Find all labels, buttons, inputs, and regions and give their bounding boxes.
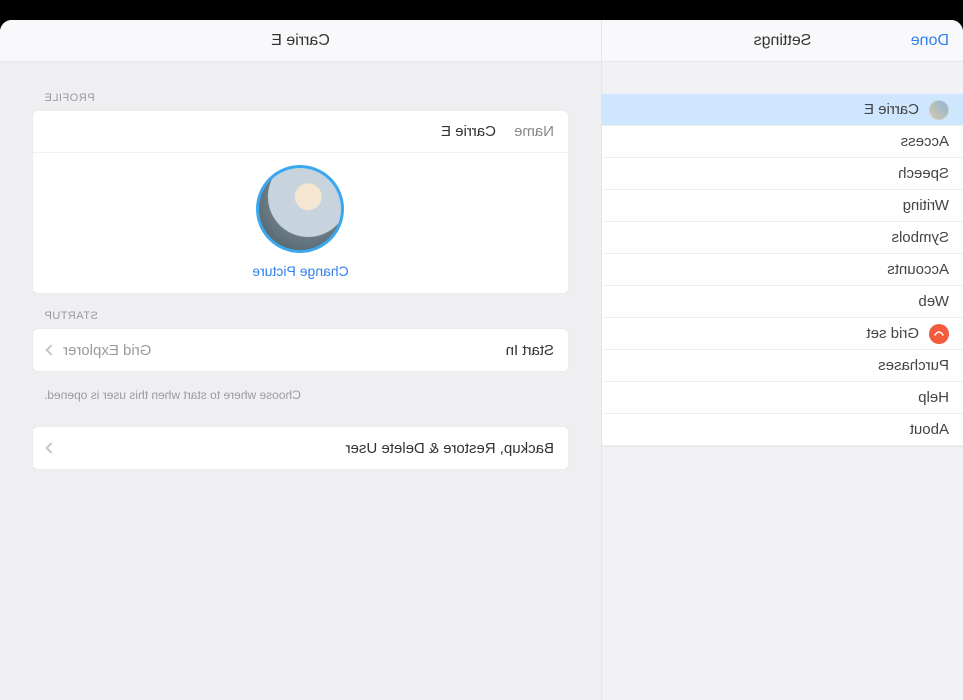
change-picture-button[interactable]: Change Picture [252,263,349,279]
page-title: Carrie E [271,32,330,50]
start-in-label: Start In [506,342,554,359]
sidebar-item-accounts[interactable]: Accounts [602,254,963,286]
sidebar-item-label: Writing [903,197,949,214]
chevron-right-icon [45,442,56,453]
sidebar-item-label: Web [918,293,949,310]
main-body: PROFILE Name Carrie E Change Picture STA… [0,62,601,504]
sidebar-item-label: Help [918,389,949,406]
sidebar: Done Settings Carrie E Access Speech Wri… [601,20,963,700]
sidebar-item-help[interactable]: Help [602,382,963,414]
sidebar-item-label: Access [901,133,949,150]
section-label-startup: STARTUP [32,304,569,328]
sidebar-header: Done Settings [602,20,963,62]
start-in-row[interactable]: Start In Grid Explorer [33,329,568,371]
sidebar-list: Carrie E Access Speech Writing Symbols A… [602,94,963,447]
gridset-icon [929,324,949,344]
start-in-value: Grid Explorer [63,342,151,359]
chevron-right-icon [45,344,56,355]
sidebar-item-profile[interactable]: Carrie E [602,94,963,126]
main-header: Carrie E [0,20,601,62]
profile-card: Name Carrie E Change Picture [32,110,569,294]
avatar-icon [929,100,949,120]
sidebar-item-about[interactable]: About [602,414,963,446]
sidebar-item-label: Accounts [887,261,949,278]
sidebar-item-label: About [910,421,949,438]
name-row[interactable]: Name Carrie E [33,111,568,153]
sidebar-title: Settings [616,32,949,50]
sidebar-gap [602,62,963,94]
backup-row[interactable]: Backup, Restore & Delete User [33,427,568,469]
startup-card: Start In Grid Explorer [32,328,569,372]
sidebar-item-access[interactable]: Access [602,126,963,158]
settings-window: Done Settings Carrie E Access Speech Wri… [0,20,963,700]
name-row-label: Name [514,123,554,140]
done-button[interactable]: Done [911,32,949,50]
sidebar-item-writing[interactable]: Writing [602,190,963,222]
sidebar-item-web[interactable]: Web [602,286,963,318]
section-label-profile: PROFILE [32,86,569,110]
avatar [257,165,345,253]
backup-row-label: Backup, Restore & Delete User [346,440,554,457]
main-panel: Carrie E PROFILE Name Carrie E Change Pi… [0,20,601,700]
name-row-value: Carrie E [441,123,496,140]
sidebar-item-label: Speech [898,165,949,182]
sidebar-item-label: Symbols [891,229,949,246]
sidebar-item-label: Purchases [878,357,949,374]
profile-picture-area: Change Picture [33,153,568,293]
backup-card: Backup, Restore & Delete User [32,426,569,470]
sidebar-item-label: Carrie E [864,101,919,118]
startup-helper-text: Choose where to start when this user is … [32,382,569,402]
sidebar-item-gridset[interactable]: Grid set [602,318,963,350]
sidebar-item-symbols[interactable]: Symbols [602,222,963,254]
sidebar-item-purchases[interactable]: Purchases [602,350,963,382]
sidebar-item-speech[interactable]: Speech [602,158,963,190]
sidebar-item-label: Grid set [866,325,919,342]
